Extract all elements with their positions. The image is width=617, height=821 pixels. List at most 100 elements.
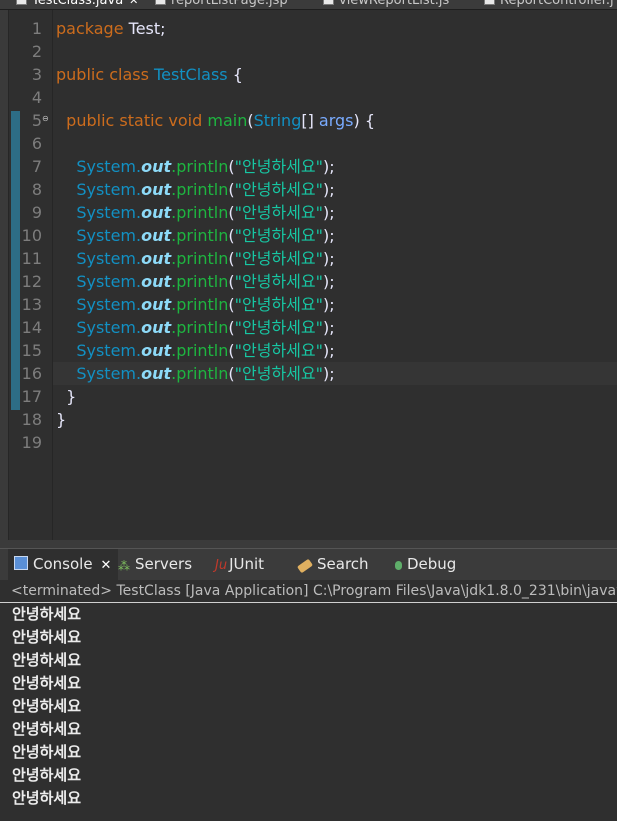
line-number: 7 [31,157,42,176]
code-line: 4 [0,86,617,109]
code-text: System.out.println("안녕하세요"); [76,341,335,360]
junit-icon: Ju [215,558,228,573]
line-number: 4 [31,88,42,107]
code-line: 8 System.out.println("안녕하세요"); [0,178,617,201]
code-text: System.out.println("안녕하세요"); [76,157,335,176]
tab-testclass-java[interactable]: TestClass.java ✕ [16,0,138,9]
close-icon[interactable]: ✕ [129,0,138,7]
line-number: 5 [31,111,42,130]
line-number: 11 [21,249,42,268]
tab-reportlistpage-jsp[interactable]: reportListPage.jsp [155,0,288,9]
console-icon [14,556,28,570]
code-text: public class TestClass { [56,65,243,84]
console-line: 안녕하세요 [12,605,82,623]
line-number: 6 [31,134,42,153]
console-line: 안녕하세요 [12,720,82,738]
code-line: 12 System.out.println("안녕하세요"); [0,270,617,293]
console-header: <terminated> TestClass [Java Application… [0,580,617,603]
code-text: package Test; [56,19,166,38]
jsp-file-icon [155,0,166,5]
code-line: 6 [0,132,617,155]
java-file-icon [484,0,495,5]
code-text: System.out.println("안녕하세요"); [76,249,335,268]
line-number: 18 [21,410,42,429]
code-text: System.out.println("안녕하세요"); [76,272,335,291]
tab-servers[interactable]: ⁂ Servers [118,549,192,580]
code-line: 19 [0,431,617,454]
search-icon [296,558,314,574]
code-line: 13 System.out.println("안녕하세요"); [0,293,617,316]
close-icon[interactable]: ✕ [101,558,112,573]
console-line: 안녕하세요 [12,697,82,715]
code-text: System.out.println("안녕하세요"); [76,180,335,199]
eclipse-window: TestClass.java ✕ reportListPage.jsp viewR… [0,0,617,821]
console-line: 안녕하세요 [12,743,82,761]
code-text: System.out.println("안녕하세요"); [76,203,335,222]
code-line: 2 [0,40,617,63]
console-status-text: <terminated> TestClass [Java Application… [11,583,617,599]
line-number: 3 [31,65,42,84]
tab-label: Console [33,555,93,573]
fold-collapse-icon[interactable]: ⊖ [42,115,50,123]
line-number: 14 [21,318,42,337]
tab-label: reportListPage.jsp [171,0,288,8]
servers-icon: ⁂ [118,559,130,573]
code-line: 3 public class TestClass { [0,63,617,86]
code-text: } [56,410,67,429]
line-number: 17 [21,387,42,406]
tab-viewreportlist-js[interactable]: viewReportList.js [323,0,449,9]
console-output[interactable]: 안녕하세요 안녕하세요 안녕하세요 안녕하세요 안녕하세요 안녕하세요 안녕하세… [0,603,617,821]
tab-search[interactable]: Search [296,549,369,580]
code-text: public static void main(String[] args) { [66,111,376,130]
code-line: 11 System.out.println("안녕하세요"); [0,247,617,270]
line-number: 19 [21,433,42,452]
tab-label: Debug [407,555,457,573]
code-text: System.out.println("안녕하세요"); [76,364,335,383]
line-number: 1 [31,19,42,38]
console-line: 안녕하세요 [12,651,82,669]
console-line: 안녕하세요 [12,766,82,784]
line-number: 13 [21,295,42,314]
bottom-panel-tabs: Console ✕ ⁂ Servers Ju JUnit Search Debug [0,548,617,580]
code-line: 16 System.out.println("안녕하세요"); [0,362,617,385]
code-text: System.out.println("안녕하세요"); [76,226,335,245]
code-line: 5 ⊖ public static void main(String[] arg… [0,109,617,132]
console-line: 안녕하세요 [12,628,82,646]
tab-label: viewReportList.js [339,0,450,8]
tab-junit[interactable]: Ju JUnit [215,549,264,580]
java-file-icon [16,0,27,5]
line-number: 8 [31,180,42,199]
tab-label: Servers [135,555,193,573]
line-number: 12 [21,272,42,291]
line-number: 10 [21,226,42,245]
line-number: 15 [21,341,42,360]
tab-debug[interactable]: Debug [395,549,456,580]
code-line: 1 package Test; [0,17,617,40]
tab-console[interactable]: Console ✕ [8,549,118,580]
debug-icon [395,561,402,570]
tab-label: ReportController.j [500,0,614,8]
code-line: 7 System.out.println("안녕하세요"); [0,155,617,178]
tab-label: TestClass.java [32,0,124,8]
tab-reportcontroller[interactable]: ReportController.j [484,0,614,9]
code-line: 15 System.out.println("안녕하세요"); [0,339,617,362]
console-line: 안녕하세요 [12,674,82,692]
code-text: System.out.println("안녕하세요"); [76,318,335,337]
code-text: System.out.println("안녕하세요"); [76,295,335,314]
code-line: 9 System.out.println("안녕하세요"); [0,201,617,224]
tab-label: JUnit [229,555,265,573]
js-file-icon [323,0,334,5]
editor-tab-bar: TestClass.java ✕ reportListPage.jsp viewR… [0,0,617,10]
tab-label: Search [317,555,369,573]
line-number: 2 [31,42,42,61]
code-line: 18 } [0,408,617,431]
code-editor[interactable]: 1 package Test; 2 3 public class TestCla… [0,10,617,540]
editor-horizontal-scrollbar[interactable] [0,540,617,548]
code-line: 17 } [0,385,617,408]
line-number: 16 [21,364,42,383]
line-number: 9 [31,203,42,222]
code-text: } [56,387,77,406]
code-line: 10 System.out.println("안녕하세요"); [0,224,617,247]
code-line: 14 System.out.println("안녕하세요"); [0,316,617,339]
console-line: 안녕하세요 [12,789,82,807]
